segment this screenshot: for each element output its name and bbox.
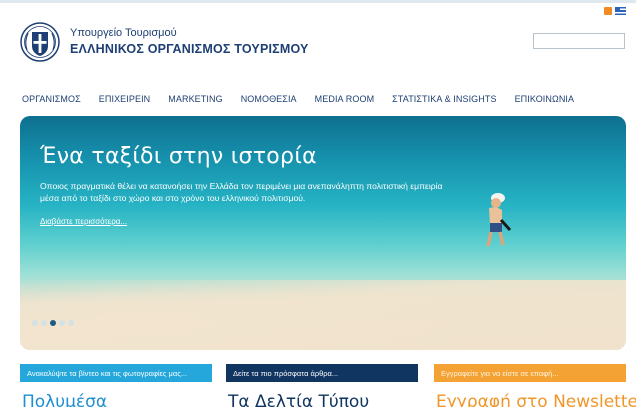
press-releases-heading[interactable]: Τα Δελτία Τύπου — [228, 392, 369, 407]
top-icons — [604, 7, 626, 15]
slider-dot[interactable] — [41, 320, 47, 326]
search-input[interactable] — [533, 33, 625, 49]
nav-item-marketing[interactable]: MARKETING — [168, 94, 222, 104]
slider-dot-active[interactable] — [50, 320, 56, 326]
newsletter-heading[interactable]: Εγγραφή στο Newsletter — [436, 392, 636, 407]
top-border — [0, 0, 636, 3]
multimedia-bar[interactable]: Ανακαλύψτε τα βίντεο και τις φωτογραφίες… — [20, 364, 212, 382]
rss-icon[interactable] — [604, 7, 612, 15]
slider-dots — [32, 320, 74, 326]
nav-item-media-room[interactable]: MEDIA ROOM — [315, 94, 375, 104]
read-more-link[interactable]: Διαβάστε περισσότερα... — [40, 217, 127, 226]
nav-item-epikoinonia[interactable]: ΕΠΙΚΟΙΝΩΝΙΑ — [515, 94, 575, 104]
slider-dot[interactable] — [68, 320, 74, 326]
hero-beach-image — [20, 280, 626, 350]
nav-item-epicheirein[interactable]: ΕΠΙΧΕΙΡΕΙΝ — [99, 94, 151, 104]
slider-dot[interactable] — [59, 320, 65, 326]
coat-of-arms-icon[interactable] — [20, 20, 60, 64]
slider-dot[interactable] — [32, 320, 38, 326]
greek-flag-icon[interactable] — [615, 7, 626, 15]
multimedia-heading[interactable]: Πολυμέσα — [22, 392, 107, 407]
main-nav: ΟΡΓΑΝΙΣΜΟΣ ΕΠΙΧΕΙΡΕΙΝ MARKETING ΝΟΜΟΘΕΣΙ… — [22, 94, 592, 104]
hero-title: Ένα ταξίδι στην ιστορία — [40, 144, 317, 169]
press-releases-bar[interactable]: Δείτε τα πιο πρόσφατα άρθρα... — [226, 364, 418, 382]
ministry-name: Υπουργείο Τουρισμού — [70, 27, 177, 39]
child-figure-image — [486, 193, 512, 247]
organization-name[interactable]: ΕΛΛΗΝΙΚΟΣ ΟΡΓΑΝΙΣΜΟΣ ΤΟΥΡΙΣΜΟΥ — [70, 42, 309, 56]
hero-slider[interactable]: Ένα ταξίδι στην ιστορία Οποιος πραγματικ… — [20, 116, 626, 350]
nav-item-nomothesia[interactable]: ΝΟΜΟΘΕΣΙΑ — [241, 94, 297, 104]
nav-item-organismos[interactable]: ΟΡΓΑΝΙΣΜΟΣ — [22, 94, 81, 104]
newsletter-bar[interactable]: Εγγραφείτε για να είστε σε επαφή... — [434, 364, 626, 382]
nav-item-statistika[interactable]: ΣΤΑΤΙΣΤΙΚΑ & INSIGHTS — [392, 94, 496, 104]
hero-text: Οποιος πραγματικά θέλει να κατανοήσει τη… — [40, 181, 443, 203]
page: Υπουργείο Τουρισμού ΕΛΛΗΝΙΚΟΣ ΟΡΓΑΝΙΣΜΟΣ… — [0, 0, 636, 407]
